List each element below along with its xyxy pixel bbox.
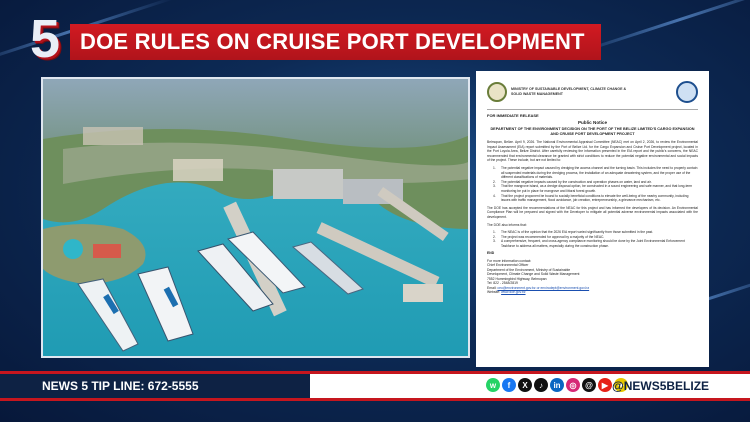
notice-title: Public Notice — [577, 120, 608, 125]
department-logo-icon — [676, 81, 698, 103]
website-label: Website: — [487, 290, 501, 295]
points-list: 1. The NEAC is of the opinion that the 20… — [487, 230, 698, 248]
instagram-icon[interactable]: ◎ — [566, 378, 580, 392]
informs-paragraph: The DOE also informs that: — [487, 222, 527, 227]
conditions-list: 1. The potential negative impact caused b… — [487, 166, 698, 203]
social-icons: w f X ♪ in ◎ @ ▶ ✦ — [486, 378, 628, 392]
notice-subject: DEPARTMENT OF THE ENVIRONMENT DECISION O… — [490, 127, 695, 136]
threads-icon[interactable]: @ — [582, 378, 596, 392]
belize-seal-icon — [487, 82, 507, 102]
website-line: Website: www.doe.gov.bz — [487, 290, 698, 295]
header-divider — [487, 109, 698, 110]
list-item: 1. The potential negative impact caused b… — [493, 165, 698, 180]
website-link[interactable]: www.doe.gov.bz — [501, 290, 525, 294]
release-label: FOR IMMEDIATE RELEASE — [487, 113, 539, 118]
port-rendering-image — [41, 77, 470, 358]
whatsapp-icon[interactable]: w — [486, 378, 500, 392]
news-ticker: NEWS 5 TIP LINE: 672-5555 w f X ♪ in ◎ @ ▶ ✦ @NE… — [0, 371, 750, 401]
tip-line: NEWS 5 TIP LINE: 672-5555 — [0, 374, 310, 398]
list-item: 4. That the project proponent be bound to… — [493, 193, 689, 203]
intro-paragraph: Belmopan, Belize. April 9, 2026. The Nat… — [487, 140, 698, 163]
document-header: MINISTRY OF SUSTAINABLE DEVELOPMENT, CLI… — [487, 79, 698, 105]
end-marker: END — [487, 251, 495, 256]
logo-five: 5 — [30, 9, 61, 69]
list-item: 3. That the mangrove island, as a dredge … — [493, 184, 693, 193]
press-release-document: MINISTRY OF SUSTAINABLE DEVELOPMENT, CLI… — [476, 71, 709, 367]
ministry-name: MINISTRY OF SUSTAINABLE DEVELOPMENT, CLI… — [511, 87, 627, 96]
social-handle: @NEWS5BELIZE — [612, 379, 710, 393]
headline-banner: DOE RULES ON CRUISE PORT DEVELOPMENT — [70, 24, 601, 60]
decision-paragraph: The DOE has accepted the recommendations… — [487, 205, 698, 219]
youtube-icon[interactable]: ▶ — [598, 378, 612, 392]
tiktok-icon[interactable]: ♪ — [534, 378, 548, 392]
email-link[interactable]: ceo@environment.gov.bz or envirodept@env… — [497, 286, 589, 290]
x-icon[interactable]: X — [518, 378, 532, 392]
email-label: Email: — [487, 285, 497, 290]
list-item: 3. A comprehensive, frequent, and cross-a… — [493, 239, 685, 248]
news5-logo: 5 — [30, 12, 74, 66]
facebook-icon[interactable]: f — [502, 378, 516, 392]
linkedin-icon[interactable]: in — [550, 378, 564, 392]
